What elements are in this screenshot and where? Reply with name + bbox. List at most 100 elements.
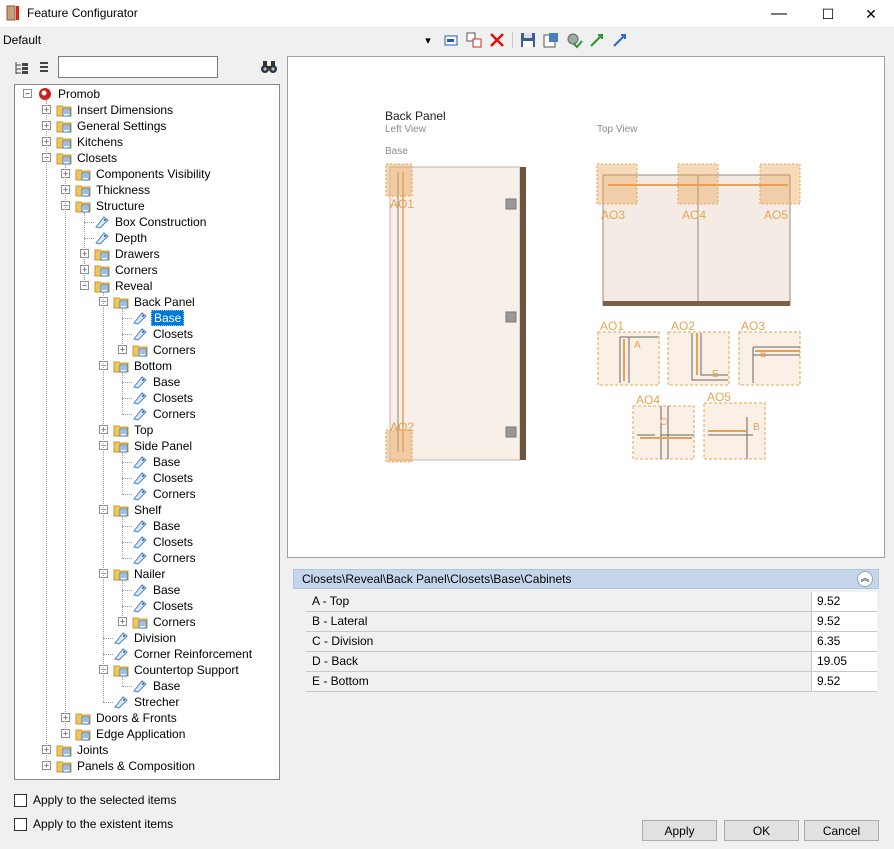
folder-icon: [56, 745, 72, 757]
search-input[interactable]: [58, 56, 218, 78]
property-row[interactable]: B - Lateral 9.52: [306, 612, 877, 632]
tree-node-label: Reveal: [115, 279, 153, 293]
tree-node[interactable]: Joints: [56, 742, 110, 758]
parameter-tag-icon: [114, 632, 128, 645]
settings-check-icon[interactable]: [564, 30, 584, 50]
tree-node[interactable]: Base: [132, 678, 182, 694]
tree-node[interactable]: Components Visibility: [75, 166, 213, 182]
tree-node[interactable]: Corners: [132, 406, 198, 422]
tree-node[interactable]: Corners: [94, 262, 160, 278]
tree-node-label: Strecher: [134, 695, 180, 709]
tree-node[interactable]: Corner Reinforcement: [113, 646, 254, 662]
tree-node[interactable]: Box Construction: [94, 214, 208, 230]
tree-node[interactable]: Closets: [132, 598, 195, 614]
detail-ao1-label: AO1: [600, 319, 625, 333]
property-row[interactable]: A - Top 9.52: [306, 592, 877, 612]
expand-icon[interactable]: [587, 30, 607, 50]
property-name: B - Lateral: [306, 612, 812, 631]
tree-node[interactable]: Drawers: [94, 246, 162, 262]
new-profile-icon[interactable]: [441, 30, 461, 50]
apply-button[interactable]: Apply: [642, 820, 717, 841]
tree-node-label: Depth: [115, 231, 148, 245]
tree-node[interactable]: Back Panel: [113, 294, 197, 310]
tree-node[interactable]: Thickness: [75, 182, 152, 198]
folder-icon: [75, 169, 91, 181]
tree-view-icon[interactable]: [14, 60, 30, 76]
property-value[interactable]: 9.52: [812, 672, 877, 691]
copy-profile-icon[interactable]: [464, 30, 484, 50]
tree-connector: [103, 638, 113, 639]
tree-node[interactable]: Closets: [132, 470, 195, 486]
save-icon[interactable]: [518, 30, 538, 50]
tree-node[interactable]: Panels & Composition: [56, 758, 197, 774]
tree-node[interactable]: Closets: [132, 390, 195, 406]
tree-connector: [122, 606, 132, 607]
maximize-button[interactable]: ☐: [805, 0, 851, 28]
apply-existent-option[interactable]: Apply to the existent items: [14, 817, 173, 831]
tree-node[interactable]: Base: [132, 310, 185, 326]
property-row[interactable]: D - Back 19.05: [306, 652, 877, 672]
export-icon[interactable]: [541, 30, 561, 50]
tree-connector: [46, 100, 47, 766]
property-name: D - Back: [306, 652, 812, 671]
binoculars-icon[interactable]: [260, 58, 278, 76]
tree-node[interactable]: Strecher: [113, 694, 181, 710]
close-button[interactable]: ✕: [848, 0, 894, 28]
apply-existent-checkbox[interactable]: [14, 817, 27, 831]
detail-c-label: C: [660, 417, 668, 428]
property-row[interactable]: E - Bottom 9.52: [306, 672, 877, 692]
folder-icon: [132, 345, 148, 357]
profile-dropdown-icon[interactable]: ▾: [418, 30, 438, 50]
tree-node[interactable]: Corners: [132, 342, 198, 358]
detail-ao4-label: AO4: [636, 393, 661, 407]
apply-existent-label: Apply to the existent items: [33, 817, 174, 831]
folder-icon: [94, 265, 110, 277]
tree-node[interactable]: Kitchens: [56, 134, 125, 150]
delete-icon[interactable]: [487, 30, 507, 50]
feature-tree[interactable]: − Promob + Insert Dimensions + General Settin…: [14, 84, 280, 780]
tree-node-label: Drawers: [115, 247, 160, 261]
collapse-up-icon[interactable]: ︽: [857, 571, 873, 587]
tree-node[interactable]: Structure: [75, 198, 147, 214]
tree-node[interactable]: Base: [132, 518, 182, 534]
tree-node[interactable]: Closets: [132, 534, 195, 550]
tree-node[interactable]: Edge Application: [75, 726, 187, 742]
tree-node-label: Top: [134, 423, 154, 437]
tree-node[interactable]: Base: [132, 374, 182, 390]
tree-node[interactable]: Corners: [132, 614, 198, 630]
tree-node[interactable]: Corners: [132, 486, 198, 502]
ok-button[interactable]: OK: [724, 820, 799, 841]
tree-node[interactable]: Doors & Fronts: [75, 710, 179, 726]
property-row[interactable]: C - Division 6.35: [306, 632, 877, 652]
tree-node[interactable]: General Settings: [56, 118, 168, 134]
tree-node-label: Corners: [153, 487, 196, 501]
detail-b-label: B: [760, 349, 767, 360]
tree-node[interactable]: Side Panel: [113, 438, 194, 454]
collapse-node-icon[interactable]: −: [23, 89, 32, 98]
tree-node[interactable]: Countertop Support: [113, 662, 241, 678]
tree-node[interactable]: Base: [132, 454, 182, 470]
tree-node-label: Box Construction: [115, 215, 207, 229]
tree-node[interactable]: Depth: [94, 230, 149, 246]
tree-node[interactable]: Corners: [132, 550, 198, 566]
minimize-button[interactable]: —: [756, 0, 802, 28]
folder-icon: [56, 137, 72, 149]
property-value[interactable]: 6.35: [812, 632, 877, 651]
tree-node[interactable]: Division: [113, 630, 178, 646]
tree-node[interactable]: Insert Dimensions: [56, 102, 175, 118]
tree-node[interactable]: Top: [113, 422, 155, 438]
property-value[interactable]: 19.05: [812, 652, 877, 671]
tree-node[interactable]: Shelf: [113, 502, 163, 518]
tree-node[interactable]: Closets: [132, 326, 195, 342]
tree-node[interactable]: Base: [132, 582, 182, 598]
window-title: Feature Configurator: [27, 6, 138, 20]
list-view-icon[interactable]: [38, 60, 50, 76]
cancel-button[interactable]: Cancel: [804, 820, 879, 841]
apply-selected-option[interactable]: Apply to the selected items: [14, 793, 176, 807]
tree-node-label: Kitchens: [77, 135, 124, 149]
property-value[interactable]: 9.52: [812, 612, 877, 631]
tree-node-label: Shelf: [134, 503, 162, 517]
apply-selected-checkbox[interactable]: [14, 793, 27, 807]
collapse-icon[interactable]: [610, 30, 630, 50]
property-value[interactable]: 9.52: [812, 592, 877, 611]
